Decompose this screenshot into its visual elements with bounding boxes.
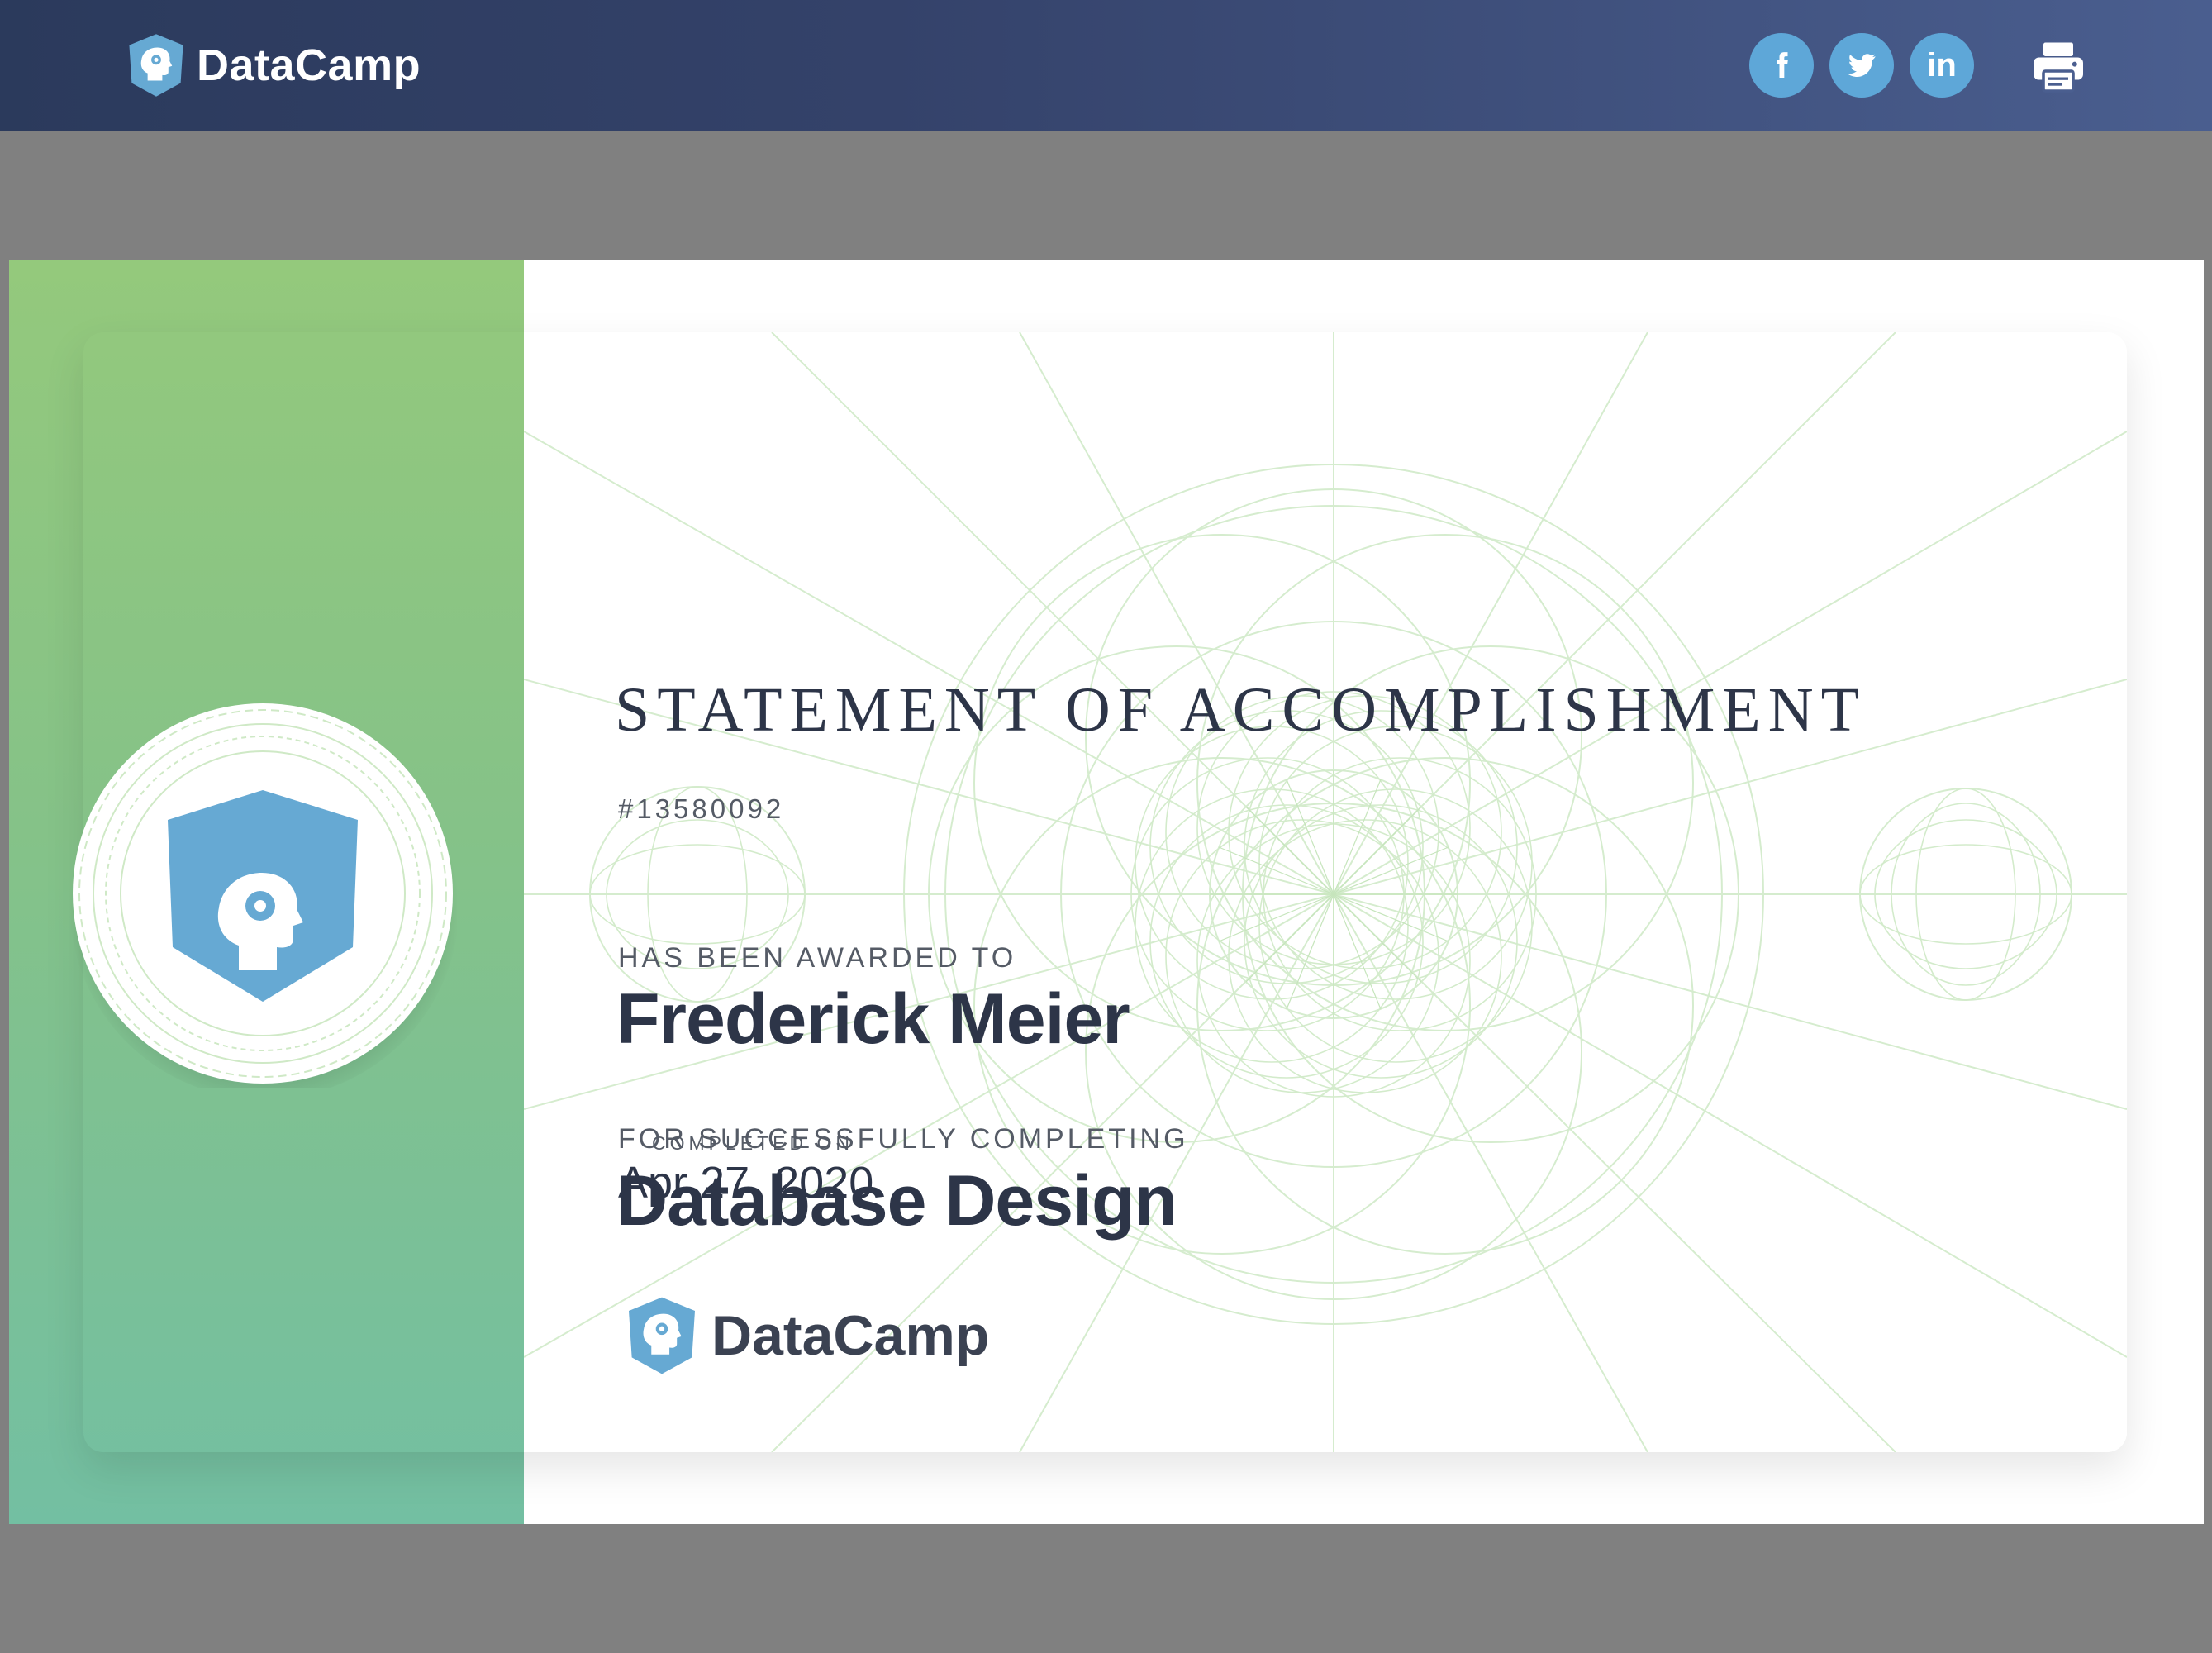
twitter-share-button[interactable] [1829, 33, 1894, 98]
brand-logo-link[interactable]: DataCamp [126, 31, 421, 99]
footer-brand: DataCamp [624, 1294, 989, 1377]
awarded-label: HAS BEEN AWARDED TO [618, 942, 1017, 974]
completed-date: Apr 27, 2020 [618, 1158, 874, 1208]
certificate: STATEMENT OF ACCOMPLISHMENT #13580092 HA… [9, 260, 2204, 1524]
top-bar: DataCamp in [0, 0, 2212, 131]
linkedin-icon: in [1927, 46, 1957, 83]
twitter-icon [1847, 54, 1876, 77]
linkedin-share-button[interactable]: in [1910, 33, 1974, 98]
printer-icon[interactable] [2029, 36, 2088, 96]
certificate-seal [69, 703, 457, 1088]
brand-name: DataCamp [197, 40, 421, 90]
certificate-title: STATEMENT OF ACCOMPLISHMENT [615, 675, 1867, 745]
guilloche-background [524, 332, 2127, 1452]
footer-brand-name: DataCamp [711, 1304, 990, 1367]
facebook-share-button[interactable] [1749, 33, 1814, 98]
certificate-id: #13580092 [618, 793, 785, 824]
completed-label: COMPLETED ON [652, 1132, 854, 1154]
recipient-name: Frederick Meier [616, 979, 1130, 1059]
datacamp-hexagon-head-icon [129, 34, 183, 97]
datacamp-hexagon-head-icon [629, 1297, 695, 1374]
facebook-icon [1777, 52, 1788, 78]
